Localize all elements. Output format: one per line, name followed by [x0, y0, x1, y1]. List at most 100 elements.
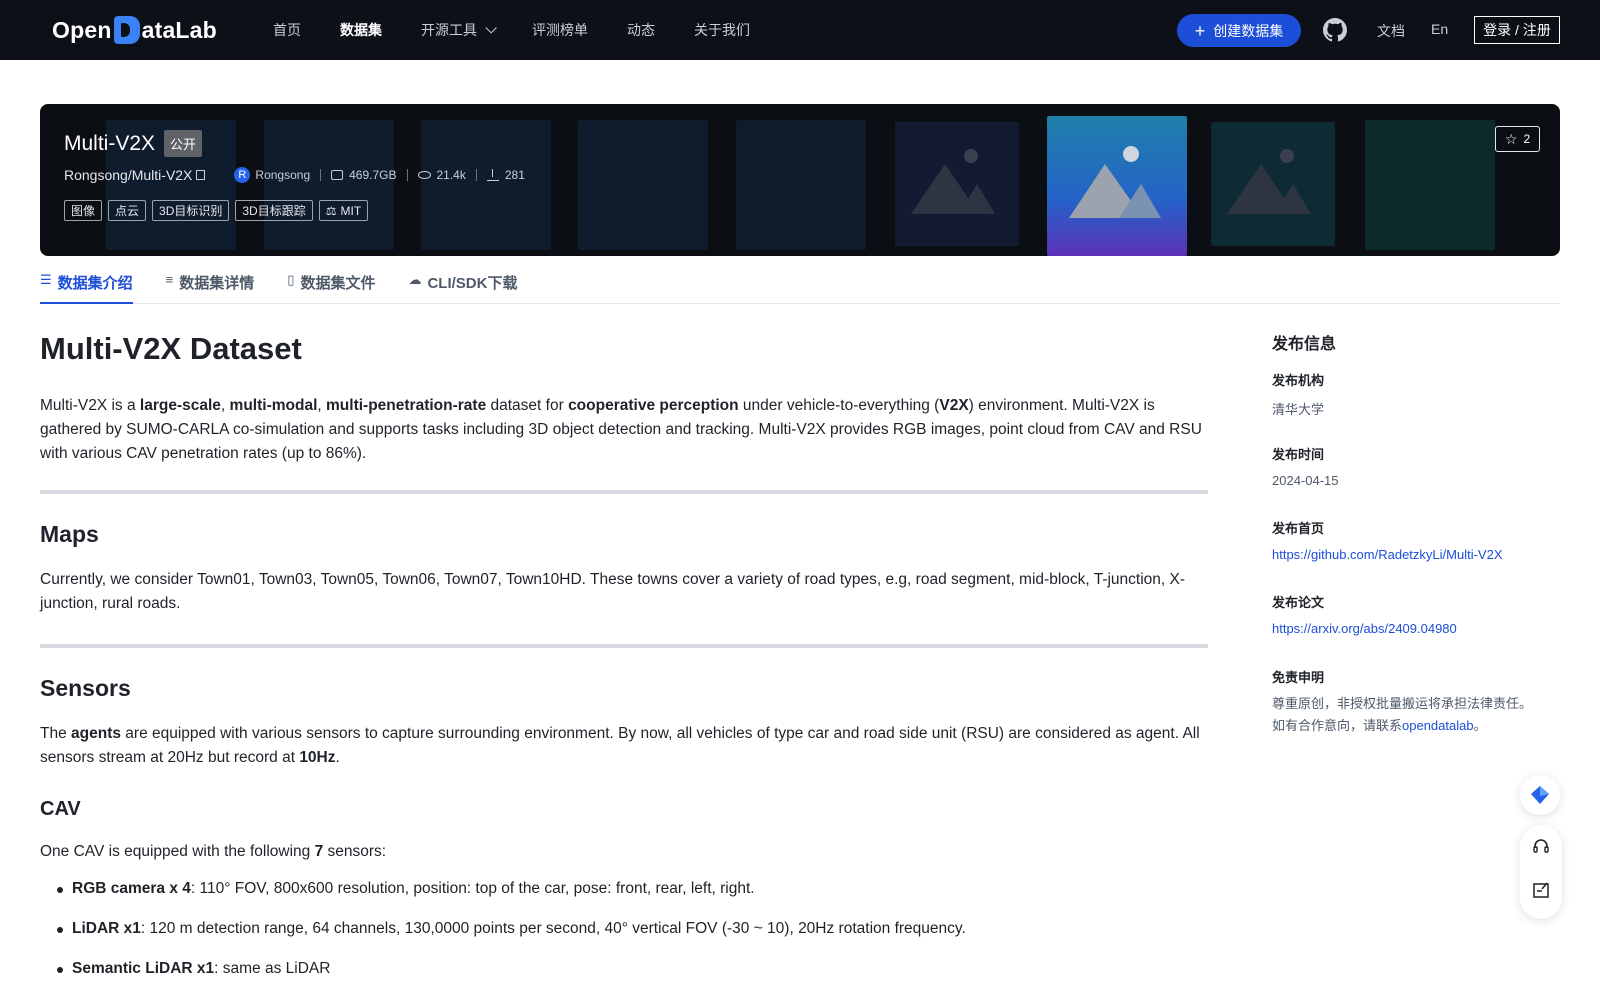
nav-about[interactable]: 关于我们 — [694, 20, 750, 40]
dataset-title-row: Multi-V2X 公开 — [64, 130, 203, 157]
text: : 110° FOV, 800x600 resolution, position… — [190, 880, 755, 897]
star-button[interactable]: ☆ 2 — [1495, 126, 1540, 152]
nav-links: 首页 数据集 开源工具 评测榜单 动态 关于我们 — [273, 0, 789, 60]
bold-text: V2X — [939, 397, 969, 414]
list-item: Semantic LiDAR x1: same as LiDAR — [56, 960, 330, 978]
logo-text-left: Open — [52, 16, 112, 43]
logo-d-mark — [113, 16, 140, 44]
dataset-title: Multi-V2X — [64, 131, 156, 155]
image-placeholder-icon — [911, 149, 995, 214]
bold-text: 7 — [314, 843, 324, 860]
bold-text: multi-penetration-rate — [326, 397, 487, 414]
tag-pointcloud[interactable]: 点云 — [108, 200, 147, 221]
floating-tools — [1520, 825, 1562, 919]
license-label: MIT — [340, 203, 362, 218]
banner-thumbnail — [1365, 120, 1495, 250]
disclaimer-line: 尊重原创，非授权批量搬运将承担法律责任。 — [1272, 696, 1533, 711]
bold-text: agents — [71, 725, 121, 742]
dataset-meta-row: Rongsong/Multi-V2X R Rongsong 469.7GB 21… — [64, 167, 525, 183]
nav-docs[interactable]: 文档 — [1377, 21, 1405, 41]
headset-icon[interactable] — [1531, 837, 1551, 857]
bold-text: Semantic LiDAR x1 — [72, 960, 215, 977]
nav-leaderboard[interactable]: 评测榜单 — [532, 20, 588, 40]
dataset-size: 469.7GB — [349, 168, 397, 182]
list-item: LiDAR x1: 120 m detection range, 64 chan… — [57, 920, 966, 938]
login-register-button[interactable]: 登录 / 注册 — [1474, 16, 1560, 44]
nav-news[interactable]: 动态 — [627, 20, 655, 40]
readme-title: Multi-V2X Dataset — [40, 331, 302, 366]
maps-paragraph: Currently, we consider Town01, Town03, T… — [40, 571, 1186, 612]
banner-thumbnail — [1211, 122, 1335, 246]
opendatalab-logo[interactable]: Open ataLab — [52, 15, 217, 45]
tag-license[interactable]: ⚖ MIT — [318, 200, 369, 221]
tag-image[interactable]: 图像 — [64, 200, 103, 221]
file-icon: ▯ — [287, 272, 295, 287]
star-count: 2 — [1523, 132, 1531, 146]
feedback-edit-icon[interactable] — [1531, 880, 1551, 900]
banner-thumbnail — [421, 120, 551, 250]
paper-link[interactable]: https://arxiv.org/abs/2409.04980 — [1272, 621, 1457, 636]
language-switch[interactable]: En — [1431, 21, 1448, 37]
text: are equipped with various sensors to cap… — [40, 725, 1200, 766]
contact-link[interactable]: opendatalab — [1402, 718, 1474, 733]
tab-cli[interactable]: ☁ CLI/SDK下载 — [408, 266, 517, 304]
bold-text: large-scale — [139, 397, 221, 414]
copy-icon[interactable] — [196, 170, 206, 180]
divider — [406, 169, 408, 181]
nav-tools-label: 开源工具 — [421, 22, 477, 38]
text: 。 — [1473, 718, 1487, 733]
bold-text: multi-modal — [229, 397, 318, 414]
text: Multi-V2X is a — [40, 397, 140, 414]
view-count: 21.4k — [436, 168, 466, 182]
avatar[interactable]: R — [234, 167, 251, 183]
list-icon: ≡ — [165, 272, 174, 287]
tab-files[interactable]: ▯ 数据集文件 — [287, 266, 375, 304]
publish-info-sidebar: 发布信息 发布机构 清华大学 发布时间 2024-04-15 发布首页 http… — [1272, 330, 1572, 733]
github-icon[interactable] — [1323, 18, 1347, 42]
tab-cli-label: CLI/SDK下载 — [427, 275, 518, 292]
visibility-badge: 公开 — [164, 130, 203, 157]
homepage-link[interactable]: https://github.com/RadetzkyLi/Multi-V2X — [1272, 547, 1503, 562]
plus-icon: + — [1194, 20, 1206, 41]
create-dataset-label: 创建数据集 — [1213, 22, 1284, 39]
tab-details-label: 数据集详情 — [179, 275, 255, 292]
text: : 120 m detection range, 64 channels, 13… — [140, 920, 966, 937]
diamond-logo-icon — [1531, 786, 1549, 804]
bold-text: cooperative perception — [568, 397, 739, 414]
sensors-heading: Sensors — [40, 675, 131, 701]
tab-intro[interactable]: ☰ 数据集介绍 — [40, 266, 133, 304]
tab-details[interactable]: ≡ 数据集详情 — [166, 266, 255, 304]
banner-thumbnail — [895, 122, 1019, 246]
dataset-banner: Multi-V2X 公开 Rongsong/Multi-V2X R Rongso… — [40, 104, 1560, 256]
bold-text: RGB camera x 4 — [72, 880, 191, 897]
text: One CAV is equipped with the following — [40, 843, 315, 860]
tag-3d-detection[interactable]: 3D目标识别 — [152, 200, 230, 221]
star-icon: ☆ — [1504, 130, 1518, 147]
disclaimer-label: 免责申明 — [1272, 670, 1325, 685]
create-dataset-button[interactable]: + 创建数据集 — [1177, 14, 1301, 47]
text: . — [335, 749, 340, 766]
cav-heading: CAV — [40, 798, 81, 820]
sensors-paragraph: The agents are equipped with various sen… — [40, 722, 1208, 770]
owner-name[interactable]: Rongsong — [255, 168, 310, 182]
image-placeholder-icon — [1069, 146, 1161, 218]
top-navbar: Open ataLab 首页 数据集 开源工具 评测榜单 动态 关于我们 + 创… — [0, 0, 1600, 60]
download-count: 281 — [504, 168, 525, 182]
nav-tools[interactable]: 开源工具 — [421, 20, 497, 40]
org-value: 清华大学 — [1272, 402, 1325, 417]
divider — [475, 169, 477, 181]
database-icon: ☰ — [40, 272, 52, 287]
assistant-button[interactable] — [1520, 775, 1560, 815]
nav-datasets[interactable]: 数据集 — [340, 20, 382, 40]
tab-files-label: 数据集文件 — [300, 275, 376, 292]
storage-icon — [331, 170, 344, 180]
logo-text-right: ataLab — [141, 16, 217, 43]
text: dataset for — [486, 397, 569, 414]
text: 如有合作意向，请联系 — [1272, 718, 1403, 733]
text: The — [40, 725, 72, 742]
nav-home[interactable]: 首页 — [273, 20, 301, 40]
text: , — [317, 397, 327, 414]
tag-3d-tracking[interactable]: 3D目标跟踪 — [235, 200, 313, 221]
cloud-icon: ☁ — [408, 272, 422, 287]
banner-thumbnail — [736, 120, 866, 250]
